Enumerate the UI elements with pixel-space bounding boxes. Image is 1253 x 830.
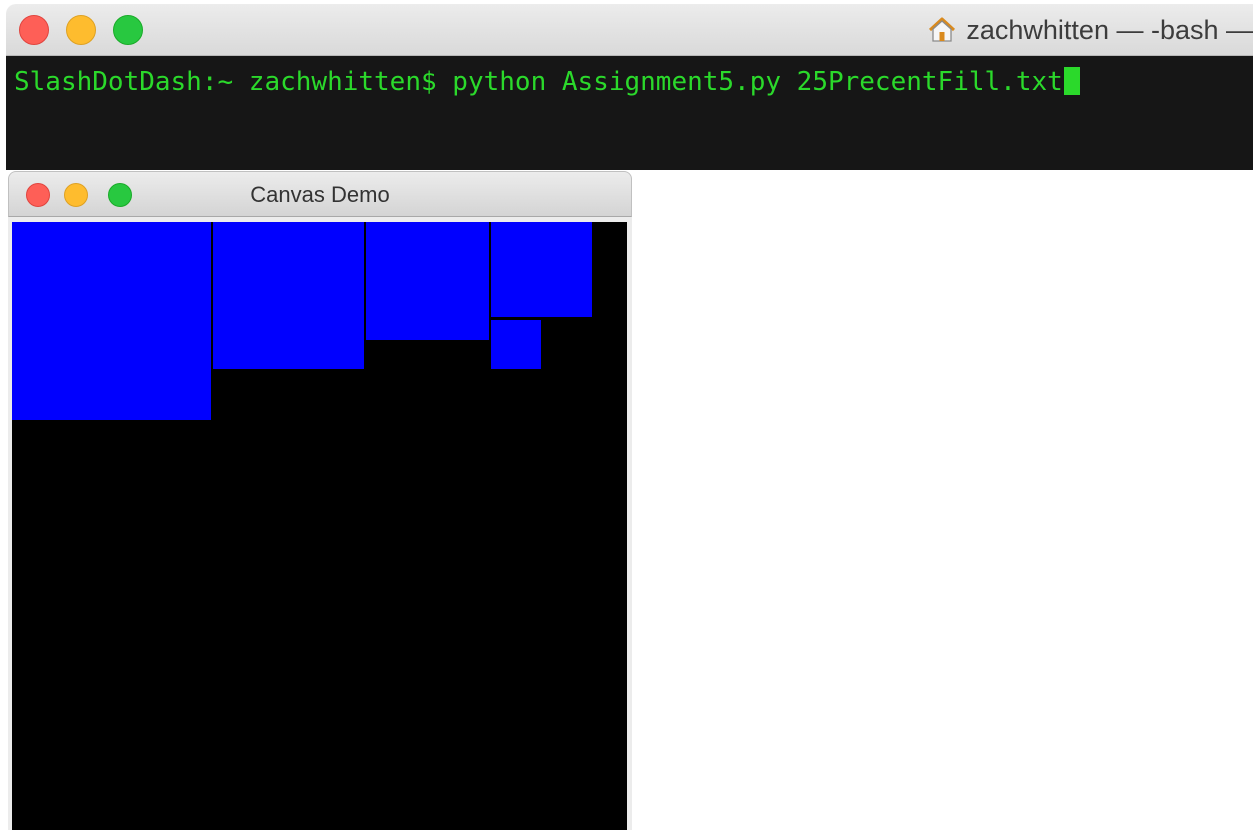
terminal-cursor xyxy=(1063,67,1080,95)
canvas-demo-window: Canvas Demo xyxy=(8,171,632,830)
terminal-titlebar[interactable]: zachwhitten — -bash — xyxy=(6,4,1253,56)
terminal-output[interactable]: SlashDotDash:~ zachwhitten$ python Assig… xyxy=(6,56,1253,170)
terminal-title-text: zachwhitten — -bash — xyxy=(966,14,1253,45)
terminal-maximize-button[interactable] xyxy=(113,15,143,45)
terminal-minimize-button[interactable] xyxy=(66,15,96,45)
filled-square-2 xyxy=(213,222,364,369)
canvas-window-titlebar[interactable]: Canvas Demo xyxy=(8,171,632,217)
filled-square-3 xyxy=(366,222,489,340)
drawing-canvas xyxy=(12,222,627,830)
filled-square-4 xyxy=(491,222,592,317)
canvas-window-content xyxy=(8,217,632,830)
terminal-close-button[interactable] xyxy=(19,15,49,45)
home-icon xyxy=(929,17,956,42)
terminal-command-line: SlashDotDash:~ zachwhitten$ python Assig… xyxy=(14,66,1080,98)
terminal-title: zachwhitten — -bash — xyxy=(928,4,1253,56)
filled-square-1 xyxy=(12,222,211,420)
terminal-window: zachwhitten — -bash — SlashDotDash:~ zac… xyxy=(6,4,1253,170)
filled-square-5 xyxy=(491,320,541,369)
terminal-command: python Assignment5.py 25PrecentFill.txt xyxy=(452,67,1063,97)
canvas-window-title: Canvas Demo xyxy=(250,182,390,207)
terminal-prompt: SlashDotDash:~ zachwhitten$ xyxy=(14,67,453,97)
